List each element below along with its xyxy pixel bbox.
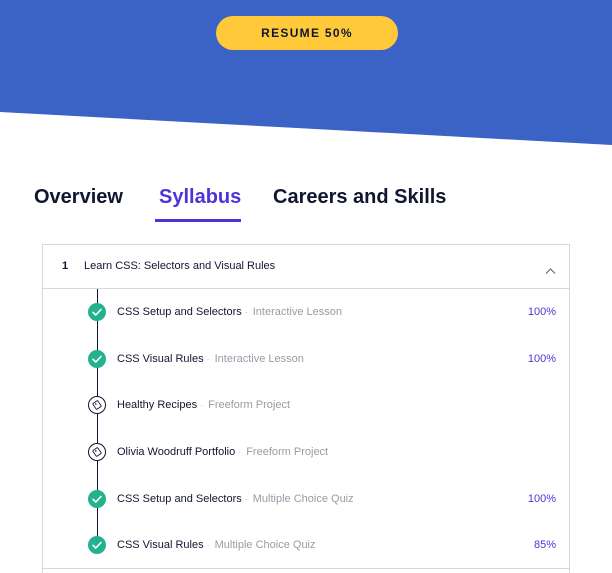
resume-button[interactable]: RESUME 50%: [216, 16, 398, 50]
section-divider: [43, 568, 569, 569]
lesson-title: CSS Visual Rules: [117, 353, 204, 365]
lesson-type: Interactive Lesson: [252, 306, 343, 318]
lesson-type: Multiple Choice Quiz: [214, 539, 316, 551]
chevron-up-icon[interactable]: [545, 262, 556, 274]
lesson-progress: 100%: [527, 493, 556, 505]
lesson-row[interactable]: CSS Visual Rules · Multiple Choice Quiz 85%: [43, 530, 569, 560]
section-title: Learn CSS: Selectors and Visual Rules: [84, 260, 276, 272]
lesson-title: CSS Setup and Selectors: [117, 493, 242, 505]
separator-dot: ·: [206, 354, 210, 364]
lesson-progress: 100%: [527, 353, 556, 365]
lesson-progress: 100%: [527, 306, 556, 318]
lesson-title-line: CSS Setup and Selectors · Multiple Choice …: [117, 493, 354, 505]
separator-dot: ·: [238, 447, 242, 457]
active-tab-underline: [155, 219, 241, 222]
separator-dot: ·: [244, 494, 248, 504]
separator-dot: ·: [200, 400, 204, 410]
lesson-progress: 85%: [533, 539, 556, 551]
lesson-row[interactable]: CSS Visual Rules · Interactive Lesson 100%: [43, 344, 569, 374]
tab-careers-and-skills[interactable]: Careers and Skills: [273, 186, 446, 209]
tab-syllabus[interactable]: Syllabus: [159, 186, 241, 209]
lesson-type: Multiple Choice Quiz: [252, 493, 354, 505]
lesson-row[interactable]: CSS Setup and Selectors · Interactive Less…: [43, 297, 569, 327]
lesson-title-line: CSS Setup and Selectors · Interactive Less…: [117, 306, 342, 318]
tab-overview[interactable]: Overview: [34, 186, 123, 209]
lesson-title-line: Olivia Woodruff Portfolio · Freeform Proje…: [117, 446, 328, 458]
lesson-type: Freeform Project: [246, 446, 329, 458]
lesson-row[interactable]: Healthy Recipes · Freeform Project: [43, 390, 569, 420]
separator-dot: ·: [244, 307, 248, 317]
lesson-title-line: CSS Visual Rules · Interactive Lesson: [117, 353, 304, 365]
lesson-title-line: CSS Visual Rules · Multiple Choice Quiz: [117, 539, 316, 551]
check-icon: [88, 490, 106, 508]
check-icon: [88, 350, 106, 368]
lesson-title: CSS Visual Rules: [117, 539, 204, 551]
check-icon: [88, 303, 106, 321]
check-icon: [88, 536, 106, 554]
lesson-title: Healthy Recipes: [117, 399, 198, 411]
lesson-row[interactable]: Olivia Woodruff Portfolio · Freeform Proje…: [43, 437, 569, 467]
course-page: RESUME 50% Overview Syllabus Careers and…: [0, 0, 612, 573]
project-icon: [88, 443, 106, 461]
lesson-title: CSS Setup and Selectors: [117, 306, 242, 318]
lesson-row[interactable]: CSS Setup and Selectors · Multiple Choice …: [43, 484, 569, 514]
syllabus-panel: 1 Learn CSS: Selectors and Visual Rules …: [42, 244, 570, 573]
separator-dot: ·: [206, 540, 210, 550]
lesson-title-line: Healthy Recipes · Freeform Project: [117, 399, 290, 411]
lesson-type: Interactive Lesson: [214, 353, 304, 365]
section-number: 1: [62, 260, 69, 272]
project-icon: [88, 396, 106, 414]
lesson-title: Olivia Woodruff Portfolio: [117, 446, 236, 458]
section-header[interactable]: 1 Learn CSS: Selectors and Visual Rules: [43, 245, 569, 289]
lesson-type: Freeform Project: [208, 399, 291, 411]
